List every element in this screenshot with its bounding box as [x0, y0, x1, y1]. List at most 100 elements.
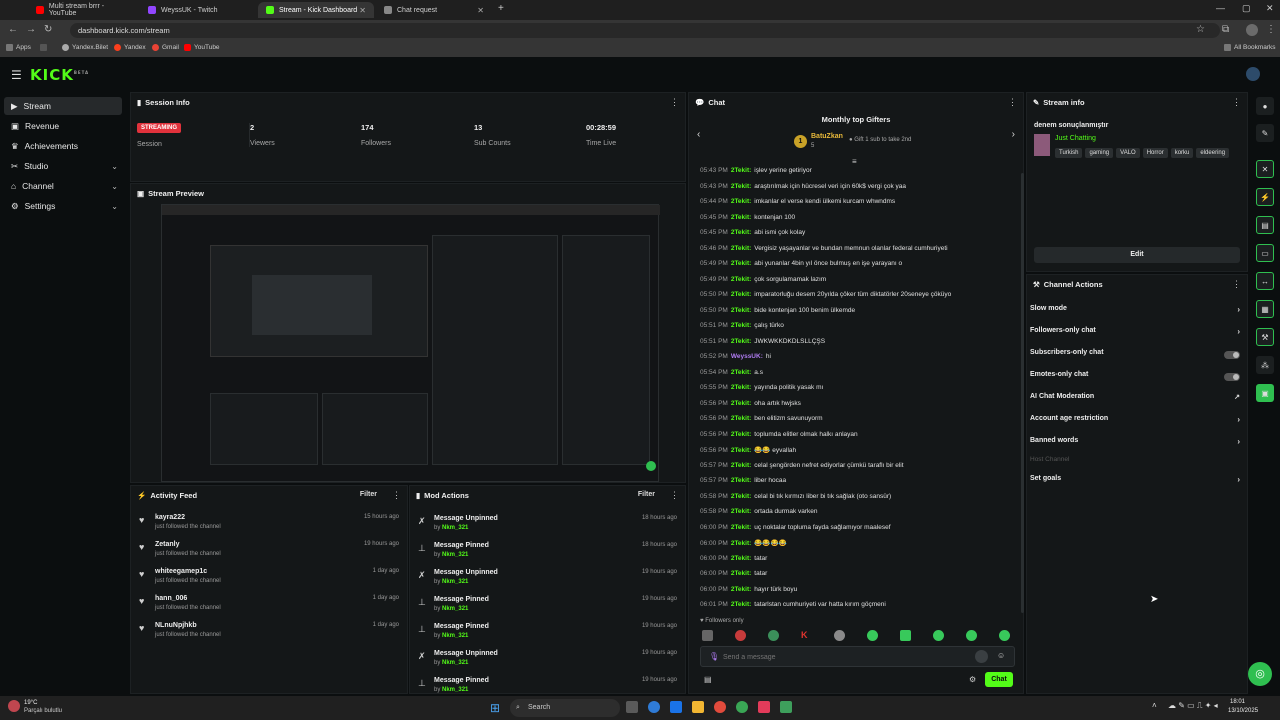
hamburger-icon[interactable]: ☰ — [11, 68, 22, 82]
chat-username[interactable]: 2Tekit: — [731, 540, 751, 547]
star-icon[interactable]: ☆ — [1196, 24, 1205, 35]
reload-icon[interactable]: ↻ — [44, 24, 52, 35]
new-tab-icon[interactable]: + — [498, 3, 504, 14]
weather-desc[interactable]: Parçalı bulutlu — [24, 708, 62, 714]
subscribers-only-toggle[interactable] — [1224, 351, 1240, 359]
mod-user[interactable]: Nkm_321 — [442, 525, 468, 531]
chat-username[interactable]: 2Tekit: — [731, 524, 751, 531]
tab-kick-dashboard[interactable]: Stream - Kick Dashboard ✕ — [258, 2, 374, 18]
tag[interactable]: VALO — [1116, 148, 1140, 158]
tag[interactable]: Horror — [1142, 148, 1168, 158]
mod-user[interactable]: Nkm_321 — [442, 579, 468, 585]
chevron-right-icon[interactable]: › — [1012, 129, 1015, 140]
rail-link-icon[interactable]: ↔ — [1256, 272, 1274, 290]
account-age-item[interactable]: Account age restriction › — [1030, 415, 1240, 429]
bookmark-yandex[interactable]: Yandex — [114, 44, 146, 51]
chat-username[interactable]: 2Tekit: — [731, 400, 751, 407]
followers-only-item[interactable]: Followers-only chat › — [1030, 327, 1240, 341]
rail-nodes-icon[interactable]: ⁂ — [1256, 356, 1274, 374]
feed-user[interactable]: hann_006 — [155, 595, 187, 602]
sidebar-item-channel[interactable]: ⌂ Channel ⌄ — [4, 177, 122, 195]
user-avatar[interactable] — [1246, 67, 1260, 81]
filter-button[interactable]: Filter — [638, 491, 655, 498]
sidebar-item-studio[interactable]: ✂ Studio ⌄ — [4, 157, 122, 175]
chat-username[interactable]: 2Tekit: — [731, 462, 751, 469]
chat-username[interactable]: 2Tekit: — [731, 477, 751, 484]
feed-user[interactable]: whiteegamep1c — [155, 568, 207, 575]
mod-user[interactable]: Nkm_321 — [442, 552, 468, 558]
menu-icon[interactable]: ⋮ — [1266, 24, 1276, 35]
feed-user[interactable]: kayra222 — [155, 514, 185, 521]
chat-username[interactable]: 2Tekit: — [731, 214, 751, 221]
support-chat-icon[interactable]: ◎ — [1248, 662, 1272, 686]
chat-message-input[interactable] — [723, 650, 963, 664]
rail-app-icon[interactable]: ▣ — [1256, 384, 1274, 402]
chat-username[interactable]: 2Tekit: — [731, 415, 751, 422]
bookmark-youtube[interactable]: YouTube — [184, 44, 220, 51]
chat-username[interactable]: 2Tekit: — [731, 260, 751, 267]
feed-user[interactable]: Zetanly — [155, 541, 180, 548]
bookmark-apps[interactable]: Apps — [6, 44, 31, 51]
rail-wrench-icon[interactable]: ⚒ — [1256, 328, 1274, 346]
rail-close-icon[interactable]: ✕ — [1256, 160, 1274, 178]
extensions-icon[interactable]: ⧉ — [1222, 24, 1229, 35]
tiktok-icon[interactable] — [758, 701, 770, 713]
emote[interactable] — [834, 630, 845, 641]
chat-username[interactable]: 2Tekit: — [731, 245, 751, 252]
bookmark-gmail[interactable]: Gmail — [152, 44, 179, 51]
all-bookmarks[interactable]: All Bookmarks — [1224, 44, 1276, 51]
chatbot-icon[interactable] — [975, 650, 988, 663]
tag[interactable]: korku — [1170, 148, 1194, 158]
tag[interactable]: Turkish — [1055, 148, 1083, 158]
clock-time[interactable]: 18:01 — [1230, 699, 1245, 705]
more-icon[interactable]: ⋮ — [670, 97, 679, 108]
minimize-icon[interactable]: — — [1216, 3, 1225, 13]
tray-chevron-icon[interactable]: ˄ — [1152, 701, 1157, 710]
tab-twitch[interactable]: WeyssUK - Twitch — [140, 2, 256, 18]
chat-username[interactable]: 2Tekit: — [731, 447, 751, 454]
edit-button[interactable]: Edit — [1034, 247, 1240, 263]
rail-card-icon[interactable]: ▦ — [1256, 300, 1274, 318]
ai-moderation-item[interactable]: AI Chat Moderation ↗ — [1030, 393, 1240, 407]
emote[interactable] — [966, 630, 977, 641]
explorer-icon[interactable] — [692, 701, 704, 713]
close-icon[interactable]: ✕ — [477, 6, 484, 15]
avatar[interactable] — [1246, 24, 1258, 36]
chat-username[interactable]: 2Tekit: — [731, 276, 751, 283]
rail-list-icon[interactable]: ▤ — [1256, 216, 1274, 234]
gift-box-icon[interactable]: ▤ — [704, 675, 712, 684]
chat-username[interactable]: 2Tekit: — [731, 338, 751, 345]
gifter-name[interactable]: BatuZkan — [811, 133, 843, 140]
more-icon[interactable]: ⋮ — [670, 490, 679, 501]
tab-chat-request[interactable]: Chat request ✕ — [376, 2, 492, 18]
filter-lines-icon[interactable]: ≡ — [852, 157, 857, 166]
chat-scrollbar[interactable] — [1021, 173, 1024, 613]
mod-user[interactable]: Nkm_321 — [442, 660, 468, 666]
tray-icons[interactable]: ☁ ✎ ▭ ⎍ ✦ ◂ — [1168, 701, 1218, 711]
bookmark-yandex-bilet[interactable]: Yandex.Bilet — [62, 44, 108, 51]
chat-username[interactable]: 2Tekit: — [731, 322, 751, 329]
chat-username[interactable]: WeyssUK: — [731, 353, 763, 360]
chat-username[interactable]: 2Tekit: — [731, 291, 751, 298]
emote[interactable] — [768, 630, 779, 641]
emote[interactable] — [900, 630, 911, 641]
mod-user[interactable]: Nkm_321 — [442, 633, 468, 639]
chat-username[interactable]: 2Tekit: — [731, 229, 751, 236]
emote[interactable]: K — [801, 630, 812, 641]
feed-user[interactable]: NLnuNpjhkb — [155, 622, 197, 629]
close-icon[interactable]: ✕ — [359, 6, 366, 15]
preview-video[interactable] — [161, 204, 660, 482]
clock-date[interactable]: 13/10/2025 — [1228, 708, 1258, 714]
chat-username[interactable]: 2Tekit: — [731, 431, 751, 438]
more-icon[interactable]: ⋮ — [1232, 97, 1241, 108]
rail-chat-icon[interactable]: ▭ — [1256, 244, 1274, 262]
app-icon[interactable] — [780, 701, 792, 713]
chevron-left-icon[interactable]: ‹ — [697, 129, 700, 140]
chat-username[interactable]: 2Tekit: — [731, 555, 751, 562]
chat-username[interactable]: 2Tekit: — [731, 586, 751, 593]
app-icon[interactable] — [736, 701, 748, 713]
taskbar-search[interactable]: ⌕ Search — [510, 699, 620, 717]
sidebar-item-revenue[interactable]: ▣ Revenue — [4, 117, 122, 135]
tag[interactable]: gaming — [1085, 148, 1114, 158]
mod-user[interactable]: Nkm_321 — [442, 606, 468, 612]
